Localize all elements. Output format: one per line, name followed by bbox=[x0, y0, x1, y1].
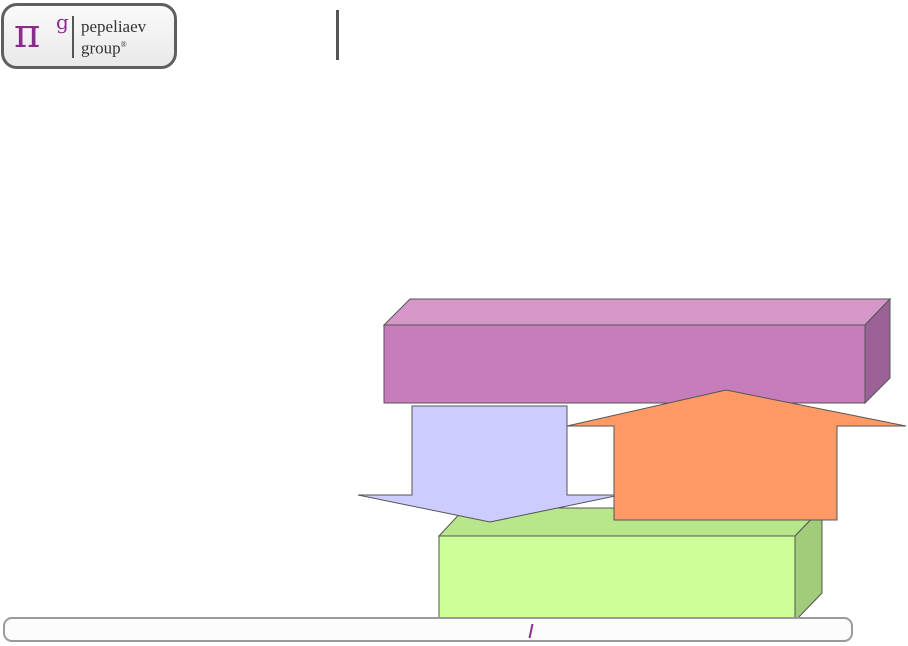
footer-bar bbox=[3, 617, 853, 642]
flow-diagram bbox=[357, 297, 907, 623]
up-arrow bbox=[566, 389, 907, 521]
top-block-top-face bbox=[382, 298, 892, 326]
top-block-front-face bbox=[383, 324, 866, 404]
bottom-block-front-face bbox=[438, 535, 796, 622]
